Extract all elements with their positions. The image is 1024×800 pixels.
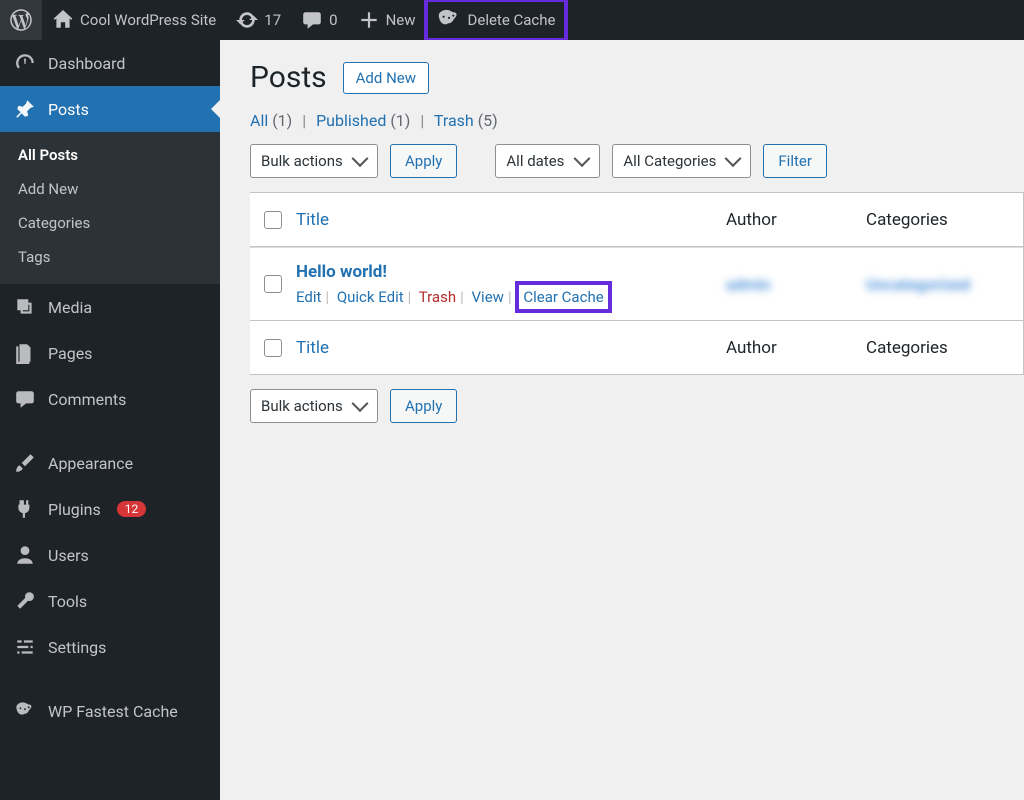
sidebar-item-label: Posts [48, 100, 89, 119]
wp-logo-menu[interactable] [0, 0, 42, 40]
apply-bulk-button-bottom[interactable]: Apply [390, 389, 457, 423]
sidebar-item-appearance[interactable]: Appearance [0, 440, 220, 486]
admin-bar: Cool WordPress Site 17 0 New Delete Cach… [0, 0, 1024, 40]
pushpin-icon [14, 98, 36, 120]
column-title-footer[interactable]: Title [296, 338, 726, 358]
post-status-filters: All (1) | Published (1) | Trash (5) [250, 111, 1024, 130]
row-action-view[interactable]: View [472, 288, 504, 306]
site-name-menu[interactable]: Cool WordPress Site [42, 0, 226, 40]
filter-button[interactable]: Filter [763, 144, 827, 178]
content-area: Posts Add New All (1) | Published (1) | … [220, 40, 1024, 800]
comments-icon [14, 388, 36, 410]
sidebar-item-pages[interactable]: Pages [0, 330, 220, 376]
comments-count: 0 [329, 11, 337, 29]
sidebar-item-label: Pages [48, 344, 92, 363]
comment-icon [301, 9, 323, 31]
pages-icon [14, 342, 36, 364]
sidebar-item-label: Settings [48, 638, 106, 657]
submenu-add-new[interactable]: Add New [0, 172, 220, 206]
bulk-actions-select[interactable]: Bulk actions [250, 144, 378, 178]
sidebar-item-users[interactable]: Users [0, 532, 220, 578]
sidebar-item-media[interactable]: Media [0, 284, 220, 330]
sidebar-item-plugins[interactable]: Plugins 12 [0, 486, 220, 532]
updates-menu[interactable]: 17 [226, 0, 291, 40]
site-name-label: Cool WordPress Site [80, 11, 216, 29]
sliders-icon [14, 636, 36, 658]
table-header: Title Author Categories [250, 193, 1023, 247]
new-label: New [386, 11, 416, 29]
select-all-checkbox[interactable] [264, 211, 282, 229]
sidebar-item-label: Comments [48, 390, 126, 409]
plug-icon [14, 498, 36, 520]
column-categories-footer: Categories [866, 338, 1023, 358]
apply-bulk-button[interactable]: Apply [390, 144, 457, 178]
submenu-tags[interactable]: Tags [0, 240, 220, 274]
add-new-button[interactable]: Add New [343, 62, 429, 94]
category-filter-select[interactable]: All Categories [612, 144, 751, 178]
sidebar-item-tools[interactable]: Tools [0, 578, 220, 624]
date-filter-select[interactable]: All dates [495, 144, 600, 178]
row-categories[interactable]: Uncategorized [866, 275, 1023, 294]
table-footer: Title Author Categories [250, 320, 1023, 374]
table-row: Hello world! Edit| Quick Edit| Trash| Vi… [250, 247, 1023, 320]
submenu-all-posts[interactable]: All Posts [0, 138, 220, 172]
column-title[interactable]: Title [296, 210, 726, 230]
posts-table: Title Author Categories Hello world! Edi… [250, 192, 1024, 375]
row-actions: Edit| Quick Edit| Trash| View| Clear Cac… [296, 288, 726, 306]
wordpress-logo-icon [10, 9, 32, 31]
sidebar-item-label: Users [48, 546, 89, 565]
cheetah-icon [14, 700, 36, 722]
column-author-footer: Author [726, 338, 866, 358]
row-action-quick-edit[interactable]: Quick Edit [337, 288, 404, 306]
brush-icon [14, 452, 36, 474]
row-checkbox[interactable] [264, 275, 282, 293]
plugins-update-badge: 12 [117, 501, 147, 517]
filter-all[interactable]: All [250, 111, 268, 130]
plus-icon [358, 9, 380, 31]
cheetah-icon [436, 7, 462, 33]
column-author: Author [726, 210, 866, 230]
row-action-edit[interactable]: Edit [296, 288, 321, 306]
comments-menu[interactable]: 0 [291, 0, 347, 40]
update-icon [236, 9, 258, 31]
sidebar-item-label: Appearance [48, 454, 133, 473]
filter-trash[interactable]: Trash [434, 111, 474, 130]
updates-count: 17 [264, 11, 281, 29]
sidebar-item-posts[interactable]: Posts [0, 86, 220, 132]
sidebar-item-label: Plugins [48, 500, 101, 519]
bulk-actions-select-bottom[interactable]: Bulk actions [250, 389, 378, 423]
sidebar-item-wpfc[interactable]: WP Fastest Cache [0, 688, 220, 734]
dashboard-icon [14, 52, 36, 74]
sidebar-item-settings[interactable]: Settings [0, 624, 220, 670]
row-action-trash[interactable]: Trash [419, 288, 456, 306]
new-content-menu[interactable]: New [348, 0, 426, 40]
select-all-checkbox-bottom[interactable] [264, 339, 282, 357]
media-icon [14, 296, 36, 318]
home-icon [52, 9, 74, 31]
wrench-icon [14, 590, 36, 612]
sidebar-item-dashboard[interactable]: Dashboard [0, 40, 220, 86]
sidebar-item-label: Media [48, 298, 92, 317]
tablenav-top: Bulk actions Apply All dates All Categor… [250, 144, 1024, 178]
sidebar-item-label: Dashboard [48, 54, 125, 73]
page-title: Posts [250, 60, 327, 95]
row-action-clear-cache[interactable]: Clear Cache [519, 285, 607, 309]
sidebar-item-label: WP Fastest Cache [48, 702, 178, 721]
posts-submenu: All Posts Add New Categories Tags [0, 132, 220, 284]
delete-cache-label: Delete Cache [468, 11, 556, 29]
post-title-link[interactable]: Hello world! [296, 262, 387, 282]
delete-cache-button[interactable]: Delete Cache [426, 0, 566, 40]
submenu-categories[interactable]: Categories [0, 206, 220, 240]
column-categories: Categories [866, 210, 1023, 230]
sidebar-item-comments[interactable]: Comments [0, 376, 220, 422]
filter-published[interactable]: Published [316, 111, 386, 130]
user-icon [14, 544, 36, 566]
row-author[interactable]: admin [726, 275, 866, 294]
tablenav-bottom: Bulk actions Apply [250, 389, 1024, 423]
admin-sidebar: Dashboard Posts All Posts Add New Catego… [0, 40, 220, 800]
sidebar-item-label: Tools [48, 592, 87, 611]
